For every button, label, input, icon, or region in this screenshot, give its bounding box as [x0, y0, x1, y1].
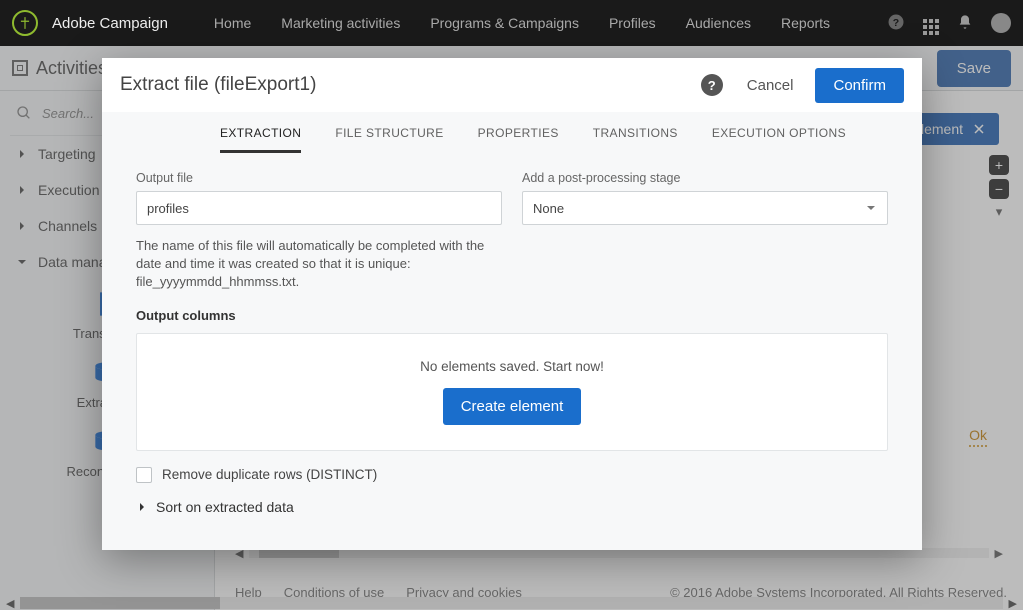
nav-programs-campaigns[interactable]: Programs & Campaigns: [430, 15, 579, 31]
tab-execution-options[interactable]: EXECUTION OPTIONS: [712, 126, 846, 153]
postprocessing-value: None: [533, 201, 564, 216]
svg-text:?: ?: [893, 16, 899, 28]
output-file-label: Output file: [136, 171, 502, 185]
output-file-input[interactable]: [136, 191, 502, 225]
brand-name: Adobe Campaign: [52, 15, 168, 32]
nav-audiences[interactable]: Audiences: [686, 15, 751, 31]
distinct-label: Remove duplicate rows (DISTINCT): [162, 467, 377, 482]
top-navbar: Adobe Campaign Home Marketing activities…: [0, 0, 1023, 46]
create-element-button[interactable]: Create element: [443, 388, 582, 425]
nav-profiles[interactable]: Profiles: [609, 15, 656, 31]
dialog-confirm-button[interactable]: Confirm: [815, 68, 904, 103]
tab-extraction[interactable]: EXTRACTION: [220, 126, 301, 153]
sort-label: Sort on extracted data: [156, 499, 294, 515]
brand-logo-icon: [12, 10, 38, 36]
user-avatar[interactable]: [991, 13, 1011, 33]
tab-properties[interactable]: PROPERTIES: [478, 126, 559, 153]
nav-marketing-activities[interactable]: Marketing activities: [281, 15, 400, 31]
apps-icon[interactable]: [923, 11, 939, 35]
nav-reports[interactable]: Reports: [781, 15, 830, 31]
dialog-tabs: EXTRACTION FILE STRUCTURE PROPERTIES TRA…: [102, 112, 922, 153]
dialog-title: Extract file (fileExport1): [120, 74, 316, 96]
sort-accordion[interactable]: Sort on extracted data: [136, 495, 888, 519]
dialog-header: Extract file (fileExport1) ? Cancel Conf…: [102, 58, 922, 112]
chevron-right-icon: [136, 501, 148, 513]
chevron-down-icon: [865, 202, 877, 214]
dialog-body: Output file The name of this file will a…: [102, 153, 922, 550]
distinct-checkbox[interactable]: [136, 467, 152, 483]
postprocessing-select[interactable]: None: [522, 191, 888, 225]
output-columns-label: Output columns: [136, 308, 888, 323]
distinct-checkbox-row[interactable]: Remove duplicate rows (DISTINCT): [136, 467, 888, 483]
output-columns-box: No elements saved. Start now! Create ele…: [136, 333, 888, 451]
postprocessing-label: Add a post-processing stage: [522, 171, 888, 185]
output-file-help-text: The name of this file will automatically…: [136, 237, 502, 292]
nav-home[interactable]: Home: [214, 15, 251, 31]
notifications-icon[interactable]: [957, 14, 973, 33]
help-icon[interactable]: ?: [887, 13, 905, 34]
dialog-cancel-button[interactable]: Cancel: [747, 77, 794, 94]
empty-columns-text: No elements saved. Start now!: [420, 359, 604, 374]
extract-file-dialog: Extract file (fileExport1) ? Cancel Conf…: [102, 58, 922, 550]
tab-file-structure[interactable]: FILE STRUCTURE: [335, 126, 443, 153]
dialog-help-icon[interactable]: ?: [701, 74, 723, 96]
tab-transitions[interactable]: TRANSITIONS: [593, 126, 678, 153]
